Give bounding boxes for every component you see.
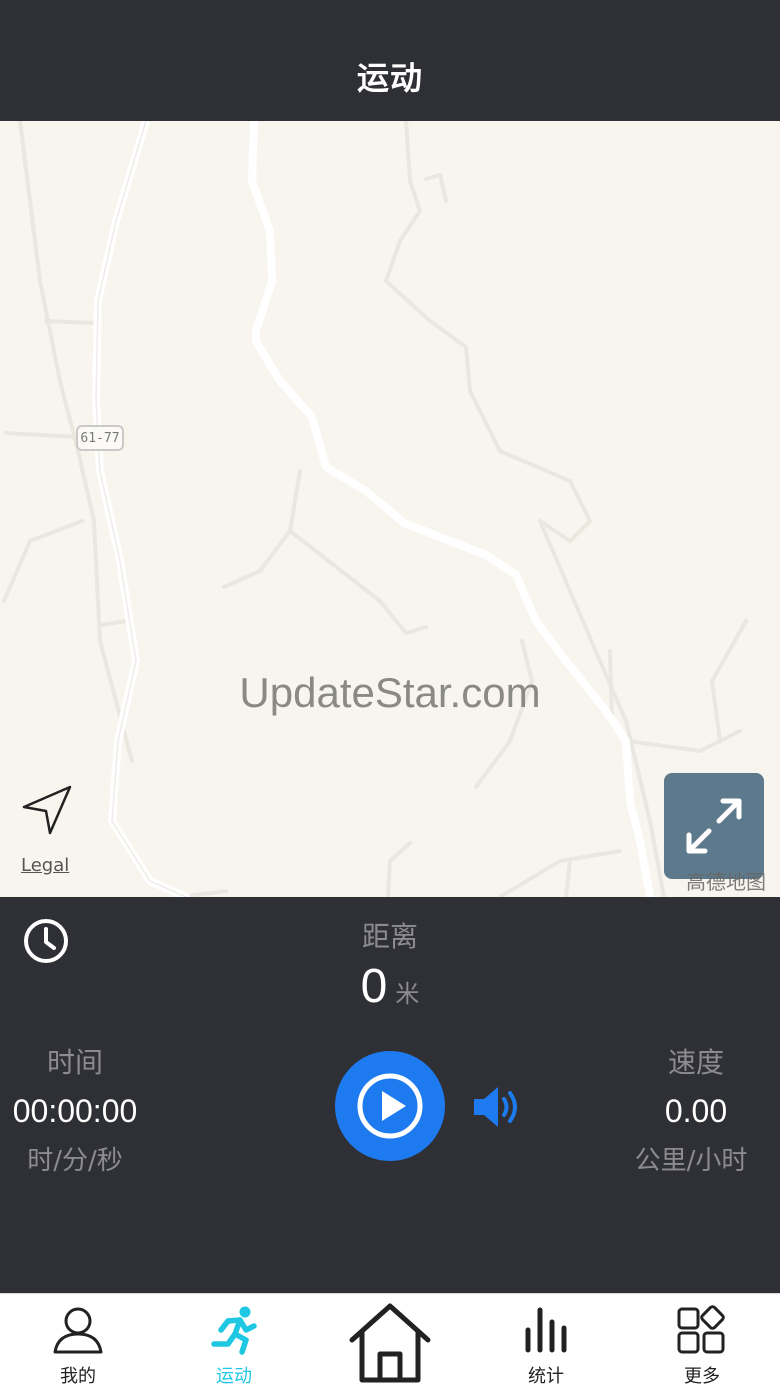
map-provider-logo: 高德地图 [686,870,766,894]
speed-stat: 速度 0.00 公里/小时 [621,1041,771,1177]
distance-label: 距离 [361,920,418,953]
tab-more[interactable]: 更多 [624,1294,780,1387]
header-bar: 运动 [0,0,780,121]
bar-chart-icon [520,1304,572,1356]
home-icon [348,1300,432,1384]
stats-panel: 距离 0米 时间 00:00:00 时/分/秒 速度 0.00 公里/小时 [0,897,780,1293]
tab-sport[interactable]: 运动 [156,1294,312,1387]
bottom-tab-bar: 我的 运动 统计 更多 [0,1293,780,1387]
play-icon [357,1073,423,1139]
speed-unit: 公里/小时 [634,1146,748,1176]
locate-button[interactable] [20,783,74,837]
fullscreen-button[interactable] [664,773,764,879]
time-label: 时间 [46,1046,103,1079]
navigation-arrow-icon [22,785,72,835]
grid-more-icon [676,1304,728,1356]
time-value: 00:00:00 [12,1093,138,1129]
speed-label: 速度 [667,1046,724,1079]
page-title: 运动 [356,59,423,97]
tab-home[interactable] [312,1294,468,1387]
tab-stats[interactable]: 统计 [468,1294,624,1387]
speed-value: 0.00 [664,1093,728,1129]
time-stat: 时间 00:00:00 时/分/秒 [0,1041,150,1177]
map-view[interactable]: 61-77 UpdateStar.com Legal 高德地图 [0,121,780,897]
tab-mine[interactable]: 我的 [0,1294,156,1387]
distance-unit: 米 [395,980,420,1008]
watermark-text: UpdateStar.com [239,669,541,716]
volume-icon [474,1087,517,1127]
tab-label-more: 更多 [684,1366,720,1387]
start-button[interactable] [335,1051,445,1161]
road-number-label: 61-77 [76,425,124,451]
time-unit: 时/分/秒 [27,1146,123,1176]
tab-label-stats: 统计 [528,1366,564,1387]
distance-readout: 0米 [0,959,780,1014]
distance-value: 0 [360,960,388,1013]
tab-label-mine: 我的 [60,1366,96,1387]
legal-link[interactable]: Legal [21,855,69,876]
user-icon [52,1304,104,1356]
expand-arrows-icon [686,798,742,854]
map-roads [2,121,748,897]
tab-label-sport: 运动 [216,1366,252,1387]
voice-toggle-button[interactable] [472,1085,524,1129]
app-root: 运动 61-77 UpdateStar.com Legal 高德地图 距离 0 … [0,0,780,1387]
running-icon [208,1304,260,1356]
